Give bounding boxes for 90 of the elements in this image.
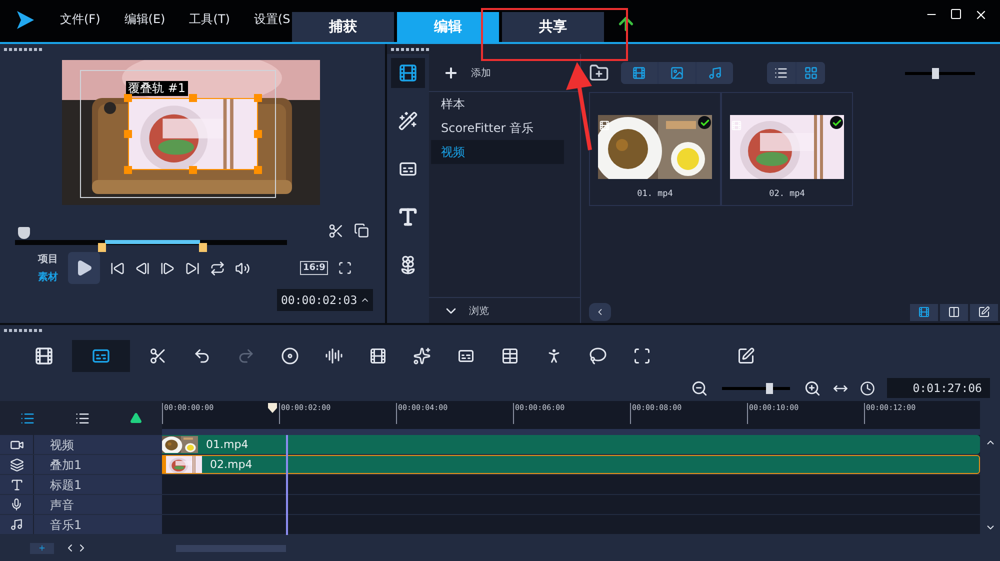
track-header[interactable]: 视频 xyxy=(0,435,162,454)
record-icon xyxy=(281,347,299,365)
library-view-button[interactable] xyxy=(910,304,938,320)
film-icon xyxy=(632,66,646,80)
film-strip-icon xyxy=(369,347,387,365)
add-icon[interactable] xyxy=(443,64,459,80)
grid-icon xyxy=(804,66,818,80)
film-icon xyxy=(34,346,54,366)
skip-forward-icon[interactable] xyxy=(185,260,200,276)
plus-icon xyxy=(38,544,46,552)
redo-icon xyxy=(237,347,255,365)
mode-option[interactable]: 素材 xyxy=(38,270,58,284)
track-header[interactable]: 声音 xyxy=(0,495,162,514)
mode-option[interactable]: 项目 xyxy=(38,252,58,266)
maximize-icon[interactable] xyxy=(950,8,962,20)
add-label[interactable]: 添加 xyxy=(471,66,491,80)
add-track-icon[interactable] xyxy=(75,410,90,426)
film-icon xyxy=(599,120,610,131)
slider-thumb[interactable] xyxy=(766,382,773,394)
play-icon xyxy=(75,259,93,277)
track-header[interactable]: 叠加1 xyxy=(0,455,162,474)
playhead-marker[interactable] xyxy=(268,403,277,413)
columns-icon xyxy=(948,306,960,318)
wand-icon xyxy=(398,111,418,131)
film-icon xyxy=(918,306,930,318)
zoom-out-icon[interactable] xyxy=(691,380,708,396)
lasso-icon xyxy=(589,347,607,365)
tools-icon xyxy=(149,347,167,365)
duration-field: 0:01:27:06 xyxy=(887,378,990,398)
pen-icon xyxy=(737,347,755,365)
title-icon xyxy=(457,347,475,365)
file-name: 01. mp4 xyxy=(637,189,673,199)
zoom-in-icon[interactable] xyxy=(804,380,821,396)
trim-end-marker[interactable] xyxy=(199,243,207,252)
repeat-icon[interactable] xyxy=(210,260,225,276)
category-item[interactable]: ScoreFitter 音乐 xyxy=(431,116,564,140)
music-track-icon[interactable] xyxy=(10,518,23,531)
pen-icon xyxy=(978,306,990,318)
list-icon xyxy=(774,66,788,80)
track-header[interactable]: 标题1 xyxy=(0,475,162,494)
step-forward-icon[interactable] xyxy=(160,260,175,276)
track-header[interactable]: 音乐1 xyxy=(0,515,162,534)
browse-label[interactable]: 浏览 xyxy=(469,304,489,318)
aspect-ratio-button[interactable]: 16:9 xyxy=(300,261,328,275)
undo-icon xyxy=(193,347,211,365)
overlay-track-icon[interactable] xyxy=(10,458,24,472)
music-icon xyxy=(708,66,722,80)
clock-icon[interactable] xyxy=(860,380,875,396)
menu-item[interactable]: 设置(S xyxy=(254,11,290,28)
media-library-tab[interactable] xyxy=(391,58,425,88)
file-name: 02. mp4 xyxy=(769,189,805,199)
close-icon[interactable] xyxy=(974,8,988,22)
trim-start-marker[interactable] xyxy=(98,243,106,252)
copy-icon[interactable] xyxy=(354,223,369,238)
slider-thumb[interactable] xyxy=(932,68,940,78)
scrub-thumb[interactable] xyxy=(18,227,30,239)
menu-item[interactable]: 编辑(E) xyxy=(124,11,166,28)
media-card[interactable]: 02. mp4 xyxy=(721,92,853,206)
skip-back-icon[interactable] xyxy=(110,260,125,276)
category-item[interactable]: 样本 xyxy=(431,92,564,116)
title-track-icon[interactable] xyxy=(10,478,24,492)
clip[interactable]: 01.mp4 xyxy=(162,435,980,454)
add-folder-icon[interactable] xyxy=(589,63,609,83)
menu-item[interactable]: 工具(T) xyxy=(189,11,230,28)
menu-item[interactable]: 文件(F) xyxy=(60,11,100,28)
film-icon xyxy=(731,120,742,131)
scan-icon xyxy=(633,347,651,365)
play-button[interactable] xyxy=(68,252,100,284)
horizontal-scrollbar[interactable] xyxy=(176,544,286,552)
add-track-button[interactable] xyxy=(30,542,54,554)
film-icon xyxy=(398,63,418,83)
timecode-field[interactable]: 00:00:02:03 xyxy=(277,289,373,311)
image-icon xyxy=(670,66,684,80)
scissors-icon[interactable] xyxy=(328,223,344,239)
grid-icon xyxy=(501,347,519,365)
letter-t-icon xyxy=(397,206,419,228)
step-back-icon[interactable] xyxy=(135,260,150,276)
timeline-view-button[interactable] xyxy=(72,340,130,372)
microphone-icon[interactable] xyxy=(10,498,23,511)
category-item[interactable]: 视频 xyxy=(431,140,564,164)
tab[interactable]: 捕获 xyxy=(292,12,394,42)
split-view-button[interactable] xyxy=(940,304,968,320)
edit-button[interactable] xyxy=(970,304,998,320)
clip[interactable]: 02.mp4 xyxy=(162,455,980,474)
media-card[interactable]: 01. mp4 xyxy=(589,92,721,206)
tab[interactable]: 共享 xyxy=(502,12,604,42)
volume-icon[interactable] xyxy=(235,260,250,276)
app-logo xyxy=(14,9,36,31)
marker-icon[interactable] xyxy=(130,412,142,424)
audio-wave-icon xyxy=(325,347,343,365)
